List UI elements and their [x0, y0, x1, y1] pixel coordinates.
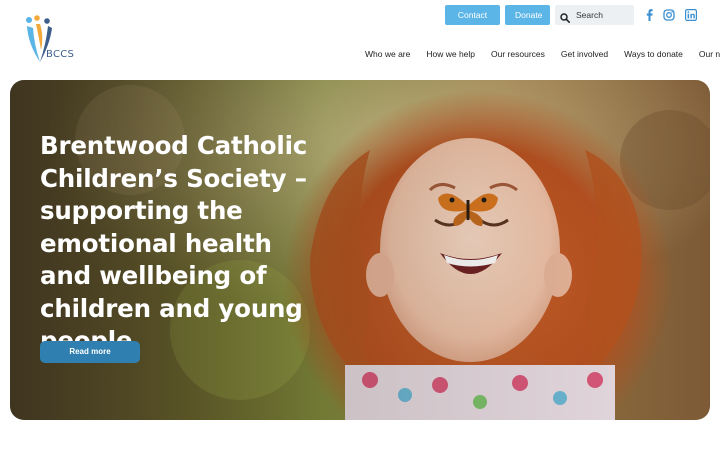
contact-us-button[interactable]: Contact us	[445, 5, 500, 40]
linkedin-icon[interactable]	[685, 8, 698, 26]
nav-item-ways-to-donate[interactable]: Ways to donate	[624, 49, 683, 59]
search-input[interactable]: Search	[555, 5, 634, 25]
top-actions: Contact us Donate Search	[445, 5, 634, 40]
read-more-button[interactable]: Read more	[40, 341, 140, 363]
nav-item-our-resources[interactable]: Our resources	[491, 49, 545, 59]
nav-item-how-we-help[interactable]: How we help	[426, 49, 475, 59]
search-icon	[560, 10, 570, 23]
nav-item-get-involved[interactable]: Get involved	[561, 49, 608, 59]
nav-item-our-news[interactable]: Our news	[699, 49, 720, 59]
site-header: BCCS Contact us Donate Search Who we are…	[0, 0, 720, 78]
search-placeholder: Search	[576, 10, 603, 20]
bccs-logo[interactable]: BCCS	[24, 14, 84, 66]
instagram-icon[interactable]	[663, 8, 675, 26]
logo-text: BCCS	[46, 49, 75, 60]
hero-banner: Brentwood Catholic Children’s Society – …	[10, 80, 710, 420]
hero-title: Brentwood Catholic Children’s Society – …	[40, 131, 308, 355]
nav-item-who-we-are[interactable]: Who we are	[365, 49, 410, 59]
donate-button[interactable]: Donate	[505, 5, 550, 25]
main-nav: Who we are How we help Our resources Get…	[365, 49, 720, 59]
facebook-icon[interactable]	[646, 8, 653, 26]
social-links	[646, 8, 698, 26]
